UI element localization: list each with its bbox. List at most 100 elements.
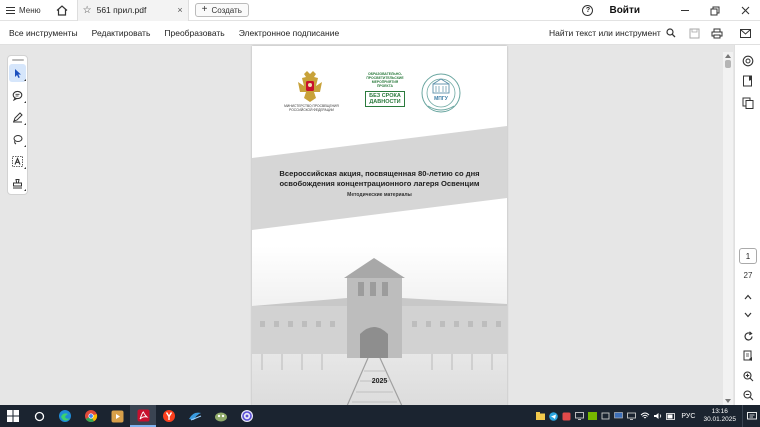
- pen-icon: [13, 111, 23, 122]
- title-bar: Меню ☆ 561 прил.pdf × + Создать ? Войти: [0, 0, 760, 21]
- pdf-page[interactable]: МПГУ МИНИСТЕРСТВО ПРОСВЕЩЕНИЯ РОССИЙСКОЙ…: [252, 46, 507, 406]
- document-title-line-2: освобождения концентрационного лагеря Ос…: [279, 179, 480, 188]
- ministry-caption: МИНИСТЕРСТВО ПРОСВЕЩЕНИЯ РОССИЙСКОЙ ФЕДЕ…: [284, 104, 339, 112]
- minimize-button[interactable]: [670, 0, 700, 21]
- menu-edit[interactable]: Редактировать: [86, 28, 157, 38]
- tray-app-icon[interactable]: [560, 405, 573, 427]
- menu-convert[interactable]: Преобразовать: [158, 28, 230, 38]
- help-icon[interactable]: ?: [582, 5, 594, 16]
- document-title-line-1: Всероссийская акция, посвященная 80-лети…: [279, 169, 480, 178]
- plus-icon: +: [201, 4, 208, 15]
- project-badge: БЕЗ СРОКА ДАВНОСТИ: [365, 91, 405, 107]
- hamburger-icon: [6, 6, 15, 14]
- search-taskbar-button[interactable]: [26, 405, 52, 427]
- messenger-taskbar-button[interactable]: [234, 405, 260, 427]
- start-button[interactable]: [0, 405, 26, 427]
- save-icon[interactable]: [686, 21, 702, 45]
- rotate-icon[interactable]: [741, 329, 755, 343]
- clock-time: 13:16: [711, 408, 728, 415]
- vertical-scrollbar[interactable]: [723, 52, 733, 405]
- chrome-taskbar-button[interactable]: [78, 405, 104, 427]
- menu-bar: Все инструменты Редактировать Преобразов…: [0, 21, 760, 45]
- stamp-tool-button[interactable]: [9, 174, 26, 192]
- tray-nvidia-icon[interactable]: [586, 405, 599, 427]
- mail-icon[interactable]: [737, 21, 753, 45]
- current-page-input[interactable]: 1: [739, 248, 757, 264]
- tray-network-icon[interactable]: [625, 405, 638, 427]
- media-player-icon: [111, 410, 123, 422]
- select-tool-button[interactable]: [9, 64, 26, 82]
- search-tools-label: Найти текст или инструмент: [549, 28, 661, 38]
- scrollbar-thumb[interactable]: [725, 60, 731, 68]
- comment-icon: [12, 90, 23, 101]
- menu-label: Меню: [19, 5, 41, 15]
- edge-taskbar-button[interactable]: [52, 405, 78, 427]
- tray-volume-icon[interactable]: [651, 405, 664, 427]
- minimize-icon: [681, 10, 689, 11]
- close-tab-icon[interactable]: ×: [177, 5, 182, 15]
- lasso-tool-button[interactable]: [9, 130, 26, 148]
- tray-screen-icon[interactable]: [573, 405, 586, 427]
- draw-tool-button[interactable]: [9, 108, 26, 126]
- ai-assistant-icon[interactable]: [741, 54, 755, 68]
- tray-folder-icon[interactable]: [534, 405, 547, 427]
- scroll-up-arrow-icon[interactable]: [725, 54, 731, 58]
- keyboard-language[interactable]: РУС: [681, 413, 695, 420]
- quick-tools-toolbar: [7, 55, 28, 195]
- tray-monitor-icon[interactable]: [612, 405, 625, 427]
- restore-icon: [710, 6, 720, 15]
- create-button[interactable]: + Создать: [194, 3, 249, 17]
- stamp-icon: [13, 178, 22, 188]
- scroll-down-arrow-icon[interactable]: [725, 399, 731, 403]
- project-line-3: МЕРОПРИЯТИЯ ПРОЕКТА: [371, 80, 399, 88]
- tray-usb-icon[interactable]: [599, 405, 612, 427]
- clock-date: 30.01.2025: [703, 416, 736, 423]
- tray-telegram-icon[interactable]: [547, 405, 560, 427]
- menu-all-tools[interactable]: Все инструменты: [3, 28, 84, 38]
- star-icon[interactable]: ☆: [83, 5, 92, 16]
- tray-wifi-icon[interactable]: [638, 405, 651, 427]
- yandex-browser-icon: [163, 410, 175, 422]
- titlebar-right: ? Войти: [582, 0, 760, 21]
- previous-page-icon[interactable]: [741, 290, 755, 304]
- notifications-icon[interactable]: [742, 405, 760, 427]
- document-tab[interactable]: ☆ 561 прил.pdf ×: [76, 0, 189, 21]
- next-page-icon[interactable]: [741, 308, 755, 322]
- zoom-in-icon[interactable]: [741, 369, 755, 383]
- tab-title: 561 прил.pdf: [96, 5, 147, 15]
- windows-taskbar: РУС 13:16 30.01.2025: [0, 405, 760, 427]
- system-clock[interactable]: 13:16 30.01.2025: [703, 408, 736, 424]
- comment-tool-button[interactable]: [9, 86, 26, 104]
- media-player-taskbar-button[interactable]: [104, 405, 130, 427]
- ministry-emblem-icon: [298, 71, 322, 102]
- menu-e-sign[interactable]: Электронное подписание: [233, 28, 345, 38]
- document-subtitle: Методические материалы: [347, 192, 412, 198]
- create-label: Создать: [211, 5, 242, 15]
- close-icon: [741, 6, 749, 15]
- yandex-taskbar-button[interactable]: [156, 405, 182, 427]
- app-taskbar-button[interactable]: [182, 405, 208, 427]
- system-tray: РУС 13:16 30.01.2025: [534, 405, 760, 427]
- bookmark-panel-icon[interactable]: [741, 74, 755, 88]
- close-window-button[interactable]: [730, 0, 760, 21]
- game-taskbar-button[interactable]: [208, 405, 234, 427]
- sign-in-button[interactable]: Войти: [609, 5, 640, 16]
- windows-logo-icon: [7, 410, 19, 422]
- total-pages: 27: [743, 271, 753, 280]
- zoom-out-icon[interactable]: [741, 388, 755, 402]
- search-tools[interactable]: Найти текст или инструмент: [549, 21, 676, 45]
- text-tool-button[interactable]: [9, 152, 26, 170]
- wave-app-icon: [189, 412, 202, 421]
- acrobat-taskbar-button[interactable]: [130, 405, 156, 427]
- tray-battery-icon[interactable]: [664, 405, 677, 427]
- menu-button[interactable]: Меню: [0, 0, 47, 21]
- home-icon[interactable]: [53, 0, 71, 21]
- print-icon[interactable]: [709, 21, 725, 45]
- extract-page-icon[interactable]: [741, 349, 755, 363]
- search-icon: [666, 28, 676, 38]
- toolbar-drag-handle[interactable]: [11, 59, 24, 61]
- maximize-button[interactable]: [700, 0, 730, 21]
- edge-icon: [59, 410, 71, 422]
- game-icon: [215, 412, 227, 421]
- pages-panel-icon[interactable]: [741, 96, 755, 110]
